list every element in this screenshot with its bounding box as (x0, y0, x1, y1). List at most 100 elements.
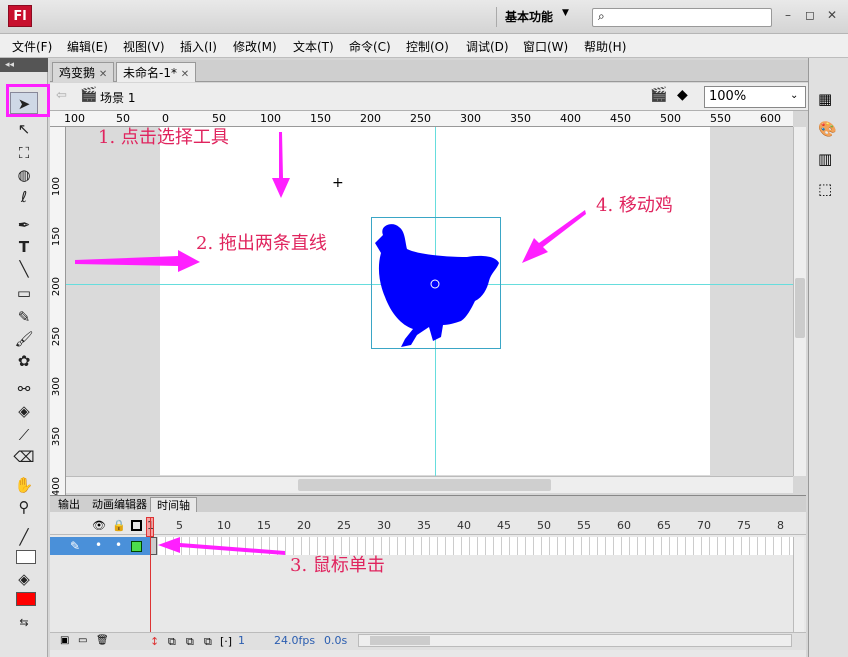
new-layer-icon[interactable]: ▣ (60, 635, 69, 646)
color-panel-icon[interactable]: 🎨 (818, 120, 837, 138)
ruler-label: 350 (510, 112, 531, 125)
vertical-scrollbar-thumb[interactable] (795, 278, 805, 338)
center-frame-icon[interactable]: ↕ (150, 635, 159, 648)
properties-panel-icon[interactable]: ▦ (818, 90, 832, 108)
fill-color-icon[interactable]: ◈ (10, 568, 38, 590)
horizontal-scrollbar-thumb[interactable] (298, 479, 551, 491)
menu-file[interactable]: 文件(F) (12, 38, 52, 55)
stroke-color-swatch[interactable] (16, 550, 36, 564)
menu-control[interactable]: 控制(O) (406, 38, 449, 55)
frame-number: 45 (497, 519, 511, 532)
chevron-down-icon[interactable]: ⌄ (790, 90, 798, 101)
ruler-label: 100 (260, 112, 281, 125)
onion-skin-icon[interactable]: ⧉ (168, 635, 176, 649)
text-tool-icon[interactable]: T (10, 236, 38, 258)
lock-icon[interactable]: 🔒 (112, 519, 126, 532)
ruler-label: 500 (660, 112, 681, 125)
lock-dot[interactable]: • (115, 538, 122, 552)
ruler-label: 400 (560, 112, 581, 125)
library-panel-icon[interactable]: ▥ (818, 150, 832, 168)
ruler-label: 450 (610, 112, 631, 125)
zoom-tool-icon[interactable]: ⚲ (10, 496, 38, 518)
menu-help[interactable]: 帮助(H) (584, 38, 626, 55)
edit-symbols-icon[interactable]: ◆ (677, 87, 688, 103)
menu-commands[interactable]: 命令(C) (349, 38, 391, 55)
chevron-down-icon[interactable]: ▼ (562, 8, 569, 18)
paint-bucket-tool-icon[interactable]: ◈ (10, 400, 38, 422)
timeline-vertical-scrollbar[interactable] (793, 537, 804, 632)
frames-row[interactable] (150, 537, 793, 555)
edit-multiple-icon[interactable]: ⧉ (204, 635, 212, 649)
back-arrow-icon[interactable]: ⇦ (56, 88, 67, 103)
3d-rotation-tool-icon[interactable]: ◍ (10, 164, 38, 186)
ruler-label: 100 (64, 112, 85, 125)
ruler-label: 600 (760, 112, 781, 125)
line-tool-icon[interactable]: ╲ (10, 258, 38, 280)
menu-window[interactable]: 窗口(W) (523, 38, 568, 55)
edit-scene-icon[interactable]: 🎬 (650, 87, 667, 103)
pencil-icon: ✎ (70, 539, 81, 553)
close-button[interactable]: ✕ (822, 6, 842, 26)
search-input[interactable] (592, 8, 772, 27)
lasso-tool-icon[interactable]: ℓ (10, 186, 38, 208)
pencil-tool-icon[interactable]: ✎ (10, 306, 38, 328)
eye-icon[interactable]: 👁 (92, 519, 106, 532)
tab-timeline[interactable]: 时间轴 (150, 497, 197, 513)
tab-output[interactable]: 输出 (52, 497, 86, 513)
frame-number: 55 (577, 519, 591, 532)
pen-tool-icon[interactable]: ✒ (10, 214, 38, 236)
rectangle-tool-icon[interactable]: ▭ (10, 282, 38, 304)
stroke-color-icon[interactable]: ╱ (10, 526, 38, 548)
elapsed-time: 0.0s (324, 634, 348, 647)
fill-color-swatch[interactable] (16, 592, 36, 606)
frame-number: 40 (457, 519, 471, 532)
onion-outline-icon[interactable]: ⧉ (186, 635, 194, 649)
hand-tool-icon[interactable]: ✋ (10, 474, 38, 496)
frame-number: 15 (257, 519, 271, 532)
menu-insert[interactable]: 插入(I) (180, 38, 217, 55)
transform-panel-icon[interactable]: ⬚ (818, 180, 832, 198)
ruler-label: 300 (460, 112, 481, 125)
close-icon[interactable]: ✕ (99, 69, 107, 80)
free-transform-tool-icon[interactable]: ⛶ (10, 142, 38, 164)
menu-text[interactable]: 文本(T) (293, 38, 334, 55)
tab-document-1[interactable]: 鸡变鹅 ✕ (52, 62, 115, 82)
minimize-button[interactable]: – (778, 6, 798, 26)
frame-number: 25 (337, 519, 351, 532)
tab-document-2[interactable]: 未命名-1* ✕ (116, 62, 197, 82)
deco-tool-icon[interactable]: ✿ (10, 350, 38, 372)
frame-number: 35 (417, 519, 431, 532)
outline-icon[interactable] (131, 520, 142, 531)
eraser-tool-icon[interactable]: ⌫ (10, 446, 38, 468)
tab-label: 未命名-1* (123, 66, 177, 80)
annotation-step-1: 1. 点击选择工具 (98, 127, 229, 148)
new-folder-icon[interactable]: ▭ (78, 635, 87, 646)
ruler-label: 550 (710, 112, 731, 125)
menu-view[interactable]: 视图(V) (123, 38, 165, 55)
keyframe[interactable] (150, 537, 157, 555)
tab-label: 鸡变鹅 (59, 66, 96, 80)
timeline-scrollbar-thumb[interactable] (370, 636, 430, 645)
delete-icon[interactable]: 🗑 (96, 635, 109, 646)
subselection-tool-icon[interactable]: ↖ (10, 118, 38, 140)
swap-colors-icon[interactable]: ⇆ (10, 612, 38, 634)
tab-motion-editor[interactable]: 动画编辑器 (86, 497, 153, 513)
onion-markers-icon[interactable]: [·] (220, 635, 232, 648)
restore-button[interactable]: ◻ (800, 6, 820, 26)
menu-modify[interactable]: 修改(M) (233, 38, 277, 55)
layer-color-swatch[interactable] (131, 541, 142, 552)
document-tabs: 鸡变鹅 ✕ 未命名-1* ✕ (50, 60, 808, 82)
close-icon[interactable]: ✕ (181, 69, 189, 80)
ruler-label: 150 (51, 227, 62, 247)
eyedropper-tool-icon[interactable]: ⟋ (10, 424, 38, 446)
current-frame[interactable]: 1 (238, 634, 245, 647)
frame-rate[interactable]: 24.0fps (274, 634, 315, 647)
bone-tool-icon[interactable]: ⚯ (10, 378, 38, 400)
menu-edit[interactable]: 编辑(E) (67, 38, 108, 55)
frame-number: 20 (297, 519, 311, 532)
ruler-label: 200 (51, 277, 62, 297)
menu-debug[interactable]: 调试(D) (466, 38, 509, 55)
visibility-dot[interactable]: • (95, 538, 102, 552)
brush-tool-icon[interactable]: 🖌 (10, 328, 38, 350)
chicken-symbol[interactable] (371, 217, 501, 349)
